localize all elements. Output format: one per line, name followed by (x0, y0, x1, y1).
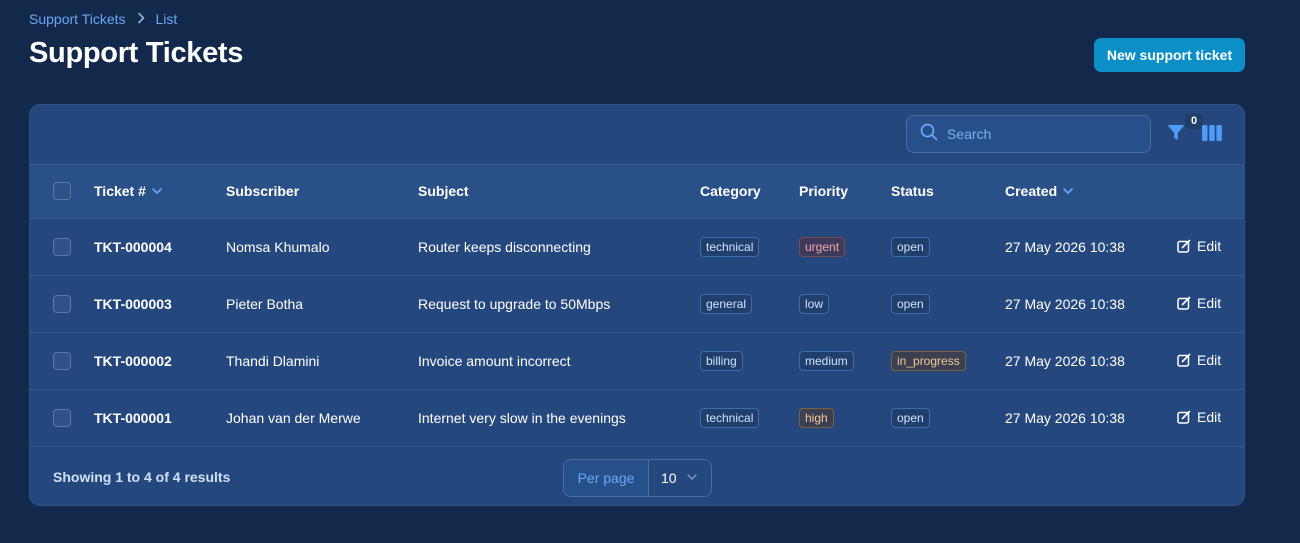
edit-button[interactable]: Edit (1177, 295, 1221, 311)
tickets-table: Ticket # Subscriber Subject Category Pri… (30, 165, 1244, 447)
status-badge: open (891, 293, 930, 314)
subscriber-name: Johan van der Merwe (226, 409, 361, 426)
search-icon (920, 123, 938, 146)
per-page-value: 10 (661, 469, 677, 486)
edit-icon (1177, 410, 1191, 424)
sort-chevron-down-icon (1063, 188, 1073, 195)
per-page-control: Per page 10 (563, 458, 712, 497)
subscriber-name: Nomsa Khumalo (226, 238, 330, 255)
header-status: Status (891, 165, 1005, 219)
new-support-ticket-button[interactable]: New support ticket (1094, 38, 1245, 72)
priority-badge: urgent (799, 236, 846, 257)
per-page-select[interactable]: 10 (649, 459, 711, 496)
priority-badge: medium (799, 350, 854, 371)
status-badge: open (891, 236, 930, 257)
header-priority: Priority (799, 165, 891, 219)
ticket-number: TKT-000002 (94, 352, 172, 369)
edit-button[interactable]: Edit (1177, 409, 1221, 425)
per-page-label: Per page (564, 459, 649, 496)
created-date: 27 May 2026 10:38 (1005, 409, 1125, 426)
table-row[interactable]: TKT-000003 Pieter Botha Request to upgra… (30, 275, 1244, 332)
edit-button[interactable]: Edit (1177, 352, 1221, 368)
edit-icon (1177, 239, 1191, 253)
page-title: Support Tickets (29, 37, 244, 69)
edit-label: Edit (1197, 294, 1222, 311)
pagination-summary: Showing 1 to 4 of 4 results (53, 468, 231, 485)
edit-label: Edit (1197, 237, 1222, 254)
header-created-label: Created (1005, 183, 1058, 200)
sort-chevron-down-icon (152, 188, 162, 195)
table-header-row: Ticket # Subscriber Subject Category Pri… (30, 165, 1244, 219)
ticket-subject: Invoice amount incorrect (418, 352, 571, 369)
chevron-down-icon (687, 474, 697, 480)
search-input[interactable] (947, 126, 1137, 142)
ticket-subject: Router keeps disconnecting (418, 238, 591, 255)
category-badge: technical (700, 236, 760, 257)
filter-count-badge: 0 (1185, 113, 1203, 129)
edit-icon (1177, 296, 1191, 310)
breadcrumb: Support Tickets List (29, 11, 177, 27)
breadcrumb-list[interactable]: List (156, 11, 178, 27)
row-checkbox[interactable] (53, 294, 71, 313)
table-toolbar: 0 (30, 105, 1244, 165)
table-row[interactable]: TKT-000004 Nomsa Khumalo Router keeps di… (30, 218, 1244, 275)
header-subject: Subject (418, 165, 700, 219)
status-badge: in_progress (891, 350, 966, 371)
ticket-subject: Internet very slow in the evenings (418, 409, 626, 426)
ticket-subject: Request to upgrade to 50Mbps (418, 295, 611, 312)
table-footer: Showing 1 to 4 of 4 results Per page 10 (30, 447, 1244, 506)
header-actions (1177, 165, 1244, 219)
subscriber-name: Thandi Dlamini (226, 352, 320, 369)
edit-button[interactable]: Edit (1177, 238, 1221, 254)
created-date: 27 May 2026 10:38 (1005, 352, 1125, 369)
header-category: Category (700, 165, 799, 219)
priority-badge: high (799, 407, 834, 428)
search-box[interactable] (906, 115, 1151, 153)
chevron-right-icon (136, 11, 146, 27)
category-badge: technical (700, 407, 760, 428)
row-checkbox[interactable] (53, 408, 71, 427)
breadcrumb-support-tickets[interactable]: Support Tickets (29, 11, 126, 27)
row-checkbox[interactable] (53, 351, 71, 370)
category-badge: billing (700, 350, 743, 371)
created-date: 27 May 2026 10:38 (1005, 295, 1125, 312)
header-ticket[interactable]: Ticket # (94, 165, 226, 219)
header-subscriber: Subscriber (226, 165, 418, 219)
ticket-number: TKT-000004 (94, 238, 172, 255)
header-select-all (30, 165, 94, 219)
page: Support Tickets List Support Tickets New… (0, 0, 1300, 543)
created-date: 27 May 2026 10:38 (1005, 238, 1125, 255)
columns-icon[interactable] (1202, 125, 1222, 141)
header-created[interactable]: Created (1005, 165, 1177, 219)
table-row[interactable]: TKT-000002 Thandi Dlamini Invoice amount… (30, 332, 1244, 389)
edit-icon (1177, 353, 1191, 367)
edit-label: Edit (1197, 351, 1222, 368)
subscriber-name: Pieter Botha (226, 295, 304, 312)
table-row[interactable]: TKT-000001 Johan van der Merwe Internet … (30, 389, 1244, 446)
edit-label: Edit (1197, 408, 1222, 425)
row-checkbox[interactable] (53, 237, 71, 256)
tickets-table-card: 0 Ticket # Subscriber Subject Ca (29, 104, 1245, 506)
ticket-number: TKT-000003 (94, 295, 172, 312)
priority-badge: low (799, 293, 830, 314)
filter-icon[interactable] (1166, 123, 1186, 143)
status-badge: open (891, 407, 930, 428)
category-badge: general (700, 293, 753, 314)
header-ticket-label: Ticket # (94, 183, 146, 200)
ticket-number: TKT-000001 (94, 409, 172, 426)
select-all-checkbox[interactable] (53, 182, 71, 201)
